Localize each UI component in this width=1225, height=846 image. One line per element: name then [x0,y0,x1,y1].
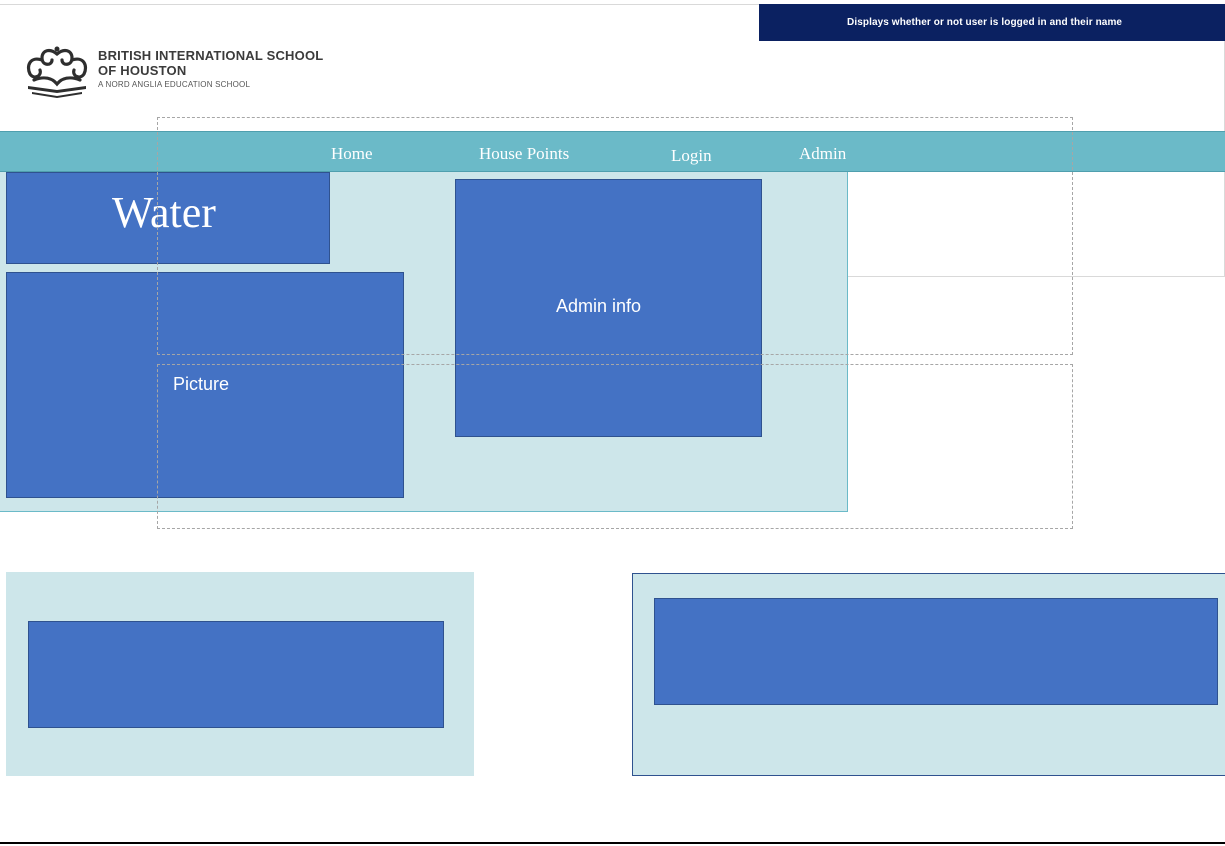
login-status-text: Displays whether or not user is logged i… [847,17,1123,28]
wireframe-outline-top [157,117,1073,355]
bottom-left-block [28,621,444,728]
logo-title-line1: BRITISH INTERNATIONAL SCHOOL [98,48,324,63]
login-status-banner: Displays whether or not user is logged i… [759,4,1225,41]
wireframe-outline-middle [157,364,1073,529]
logo-tagline: A NORD ANGLIA EDUCATION SCHOOL [98,80,251,89]
bottom-right-block [654,598,1218,705]
page-bottom-rule [0,842,1225,844]
bottom-left-panel [6,572,474,776]
logo-title-line2: OF HOUSTON [98,63,187,78]
header-top-rule [0,4,759,5]
school-crest-icon [26,46,88,98]
bottom-right-panel [632,573,1225,776]
